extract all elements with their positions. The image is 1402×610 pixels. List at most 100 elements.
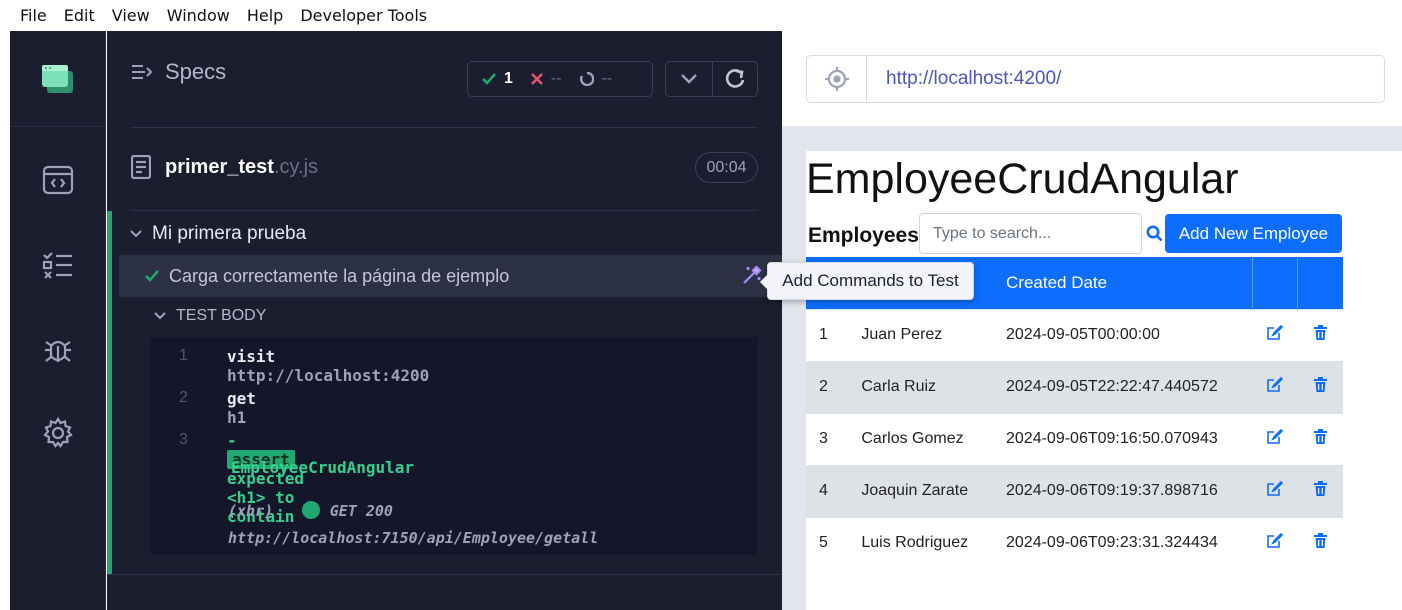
command-arg: h1 — [227, 408, 247, 427]
specs-icon — [132, 65, 153, 79]
edit-button[interactable] — [1252, 464, 1298, 517]
add-employee-button[interactable]: Add New Employee — [1165, 214, 1342, 253]
sidebar-item-settings[interactable] — [10, 403, 106, 463]
spec-file-title[interactable]: primer_test .cy.js — [131, 155, 318, 179]
app-under-test: EmployeeCrudAngular Employees: Add New E… — [806, 151, 1402, 610]
xhr-row[interactable]: (xhr) GET 200 — [228, 501, 393, 520]
crosshair-icon — [824, 67, 849, 91]
suite-title-label: Mi primera prueba — [152, 223, 307, 244]
employees-label: Employees: — [808, 224, 926, 247]
rerun-button[interactable] — [711, 62, 758, 96]
url-text[interactable]: http://localhost:4200/ — [867, 56, 1061, 102]
pending-count: -- — [579, 70, 612, 88]
cell-id: 2 — [806, 360, 862, 413]
cell-date: 2024-09-06T09:23:31.324434 — [1006, 516, 1253, 569]
search-icon[interactable] — [1146, 225, 1163, 242]
delete-button[interactable] — [1297, 516, 1343, 569]
passed-count: 1 — [482, 70, 513, 88]
test-body-label: TEST BODY — [176, 307, 267, 324]
employees-table: Created Date 1 Juan Perez 2024-09-05T00:… — [806, 257, 1343, 569]
cell-date: 2024-09-05T00:00:00 — [1006, 308, 1253, 361]
command-name: visit http://localhost:4200 — [227, 347, 430, 385]
status-dot-icon — [302, 501, 321, 519]
suite-block: Mi primera prueba Carga correctamente la… — [107, 211, 782, 575]
cypress-window: File Edit View Window Help Developer Too… — [0, 0, 1402, 610]
test-row[interactable]: Carga correctamente la página de ejemplo — [119, 255, 782, 297]
suite-title[interactable]: Mi primera prueba — [130, 223, 306, 245]
command-number: 2 — [179, 389, 188, 406]
cell-id: 4 — [806, 464, 862, 517]
edit-button[interactable] — [1252, 308, 1298, 361]
search-input[interactable] — [919, 213, 1142, 254]
menu-view[interactable]: View — [112, 6, 150, 25]
delete-button[interactable] — [1297, 412, 1343, 465]
edit-button[interactable] — [1252, 360, 1298, 413]
edit-button[interactable] — [1252, 516, 1298, 569]
menu-edit[interactable]: Edit — [64, 6, 95, 25]
table-row: 5 Luis Rodriguez 2024-09-06T09:23:31.324… — [806, 516, 1343, 569]
assert-text-continued: EmployeeCrudAngular — [231, 458, 415, 477]
delete-button[interactable] — [1297, 308, 1343, 361]
gear-icon — [43, 417, 73, 448]
test-title: Carga correctamente la página de ejemplo — [169, 265, 510, 286]
url-box[interactable]: http://localhost:4200/ — [806, 55, 1385, 103]
xhr-url-row: http://localhost:7150/api/Employee/getal… — [228, 528, 598, 547]
test-body-title[interactable]: TEST BODY — [154, 307, 266, 325]
chevron-down-icon — [154, 312, 166, 320]
xhr-url: http://localhost:7150/api/Employee/getal… — [228, 529, 599, 547]
menu-file[interactable]: File — [20, 6, 47, 25]
cell-name: Luis Rodriguez — [861, 516, 1006, 569]
chevron-down-icon — [130, 230, 142, 238]
specs-header[interactable]: Specs — [131, 59, 226, 85]
x-icon — [531, 73, 543, 85]
column-header-created-date: Created Date — [1006, 257, 1253, 309]
command-name: get h1 — [227, 389, 256, 427]
trash-icon — [1313, 377, 1327, 392]
cypress-logo[interactable] — [10, 31, 106, 127]
edit-icon — [1267, 324, 1284, 340]
sidebar-rail — [10, 31, 106, 610]
browser-icon — [42, 165, 74, 195]
chevron-down-icon — [680, 74, 697, 84]
spinner-icon — [579, 72, 594, 86]
sidebar-item-specs[interactable] — [10, 235, 106, 295]
cell-name: Carla Ruiz — [861, 360, 1006, 413]
cell-date: 2024-09-05T22:22:47.440572 — [1006, 360, 1253, 413]
duration-badge: 00:04 — [695, 152, 758, 183]
test-stats: 1 -- -- — [467, 61, 653, 97]
column-header — [1251, 257, 1298, 309]
edit-button[interactable] — [1252, 412, 1298, 465]
trash-icon — [1313, 533, 1327, 549]
command-number: 3 — [179, 431, 188, 448]
table-row: 2 Carla Ruiz 2024-09-05T22:22:47.440572 — [806, 360, 1343, 413]
edit-icon — [1267, 480, 1284, 496]
xhr-label: (xhr) — [228, 502, 274, 520]
divider — [107, 574, 782, 575]
specs-title: Specs — [165, 59, 227, 84]
list-icon — [42, 252, 72, 279]
sidebar-item-runs[interactable] — [10, 150, 106, 210]
delete-button[interactable] — [1297, 360, 1343, 413]
cell-id: 1 — [806, 308, 862, 361]
selector-playground-button[interactable] — [807, 56, 867, 102]
menu-window[interactable]: Window — [167, 6, 230, 25]
trash-icon — [1313, 481, 1327, 496]
cell-name: Carlos Gomez — [861, 412, 1006, 465]
bug-icon — [45, 340, 71, 362]
command-arg: http://localhost:4200 — [227, 366, 430, 385]
trash-icon — [1313, 325, 1327, 340]
tooltip: Add Commands to Test — [760, 262, 974, 300]
sidebar-item-debug[interactable] — [10, 320, 106, 380]
delete-button[interactable] — [1297, 464, 1343, 517]
menu-bar: File Edit View Window Help Developer Too… — [0, 0, 1402, 31]
check-icon — [145, 270, 159, 282]
edit-icon — [1267, 532, 1284, 548]
menu-developer-tools[interactable]: Developer Tools — [300, 6, 427, 25]
toggle-button[interactable] — [666, 62, 712, 96]
cell-date: 2024-09-06T09:19:37.898716 — [1006, 464, 1253, 517]
command-number: 1 — [179, 347, 188, 364]
cell-name: Juan Perez — [861, 308, 1006, 361]
cypress-logo-icon — [42, 64, 73, 93]
menu-help[interactable]: Help — [247, 6, 283, 25]
cell-id: 5 — [806, 516, 862, 569]
